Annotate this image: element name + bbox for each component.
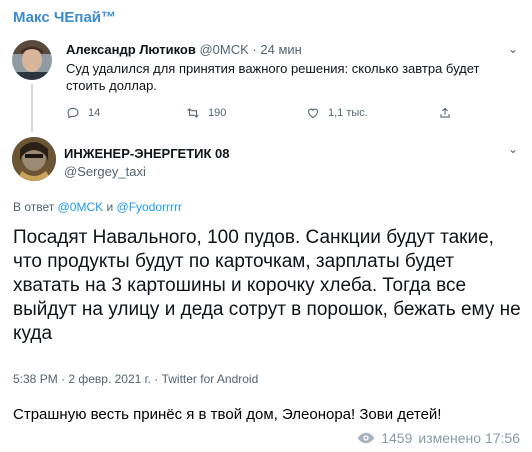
views-count: 1459 <box>381 430 413 446</box>
author-name[interactable]: ИНЖЕНЕР-ЭНЕРГЕТИК 08 <box>64 146 230 161</box>
reply-user-link[interactable]: @0MCK <box>58 200 104 214</box>
like-count: 1,1 тыс. <box>328 107 368 119</box>
share-icon <box>440 107 450 118</box>
parent-tweet-header: Александр Лютиков @0MCK · 24 мин <box>66 42 302 57</box>
like-button[interactable]: 1,1 тыс. <box>306 106 368 120</box>
author-handle[interactable]: @Sergey_taxi <box>64 164 146 179</box>
separator: · <box>252 42 257 57</box>
retweet-button[interactable]: 190 <box>186 106 226 120</box>
parent-tweet-text: Суд удалился для принятия важного решени… <box>66 61 480 93</box>
avatar[interactable] <box>12 40 52 80</box>
reply-prefix: В ответ <box>13 200 55 214</box>
reply-icon <box>67 107 79 119</box>
more-options-icon[interactable]: ⌄ <box>508 142 518 156</box>
avatar[interactable] <box>12 137 56 181</box>
reply-and: и <box>106 200 114 214</box>
post-footer: 1459 изменено 17:56 <box>357 430 520 446</box>
like-icon <box>308 108 318 119</box>
more-options-icon[interactable]: ⌄ <box>508 42 518 56</box>
share-button[interactable] <box>438 106 452 120</box>
reply-user-link[interactable]: @Fyodorrrrr <box>117 200 183 214</box>
time-ago[interactable]: 24 мин <box>260 42 301 57</box>
channel-title[interactable]: Макс ЧЕпай™ <box>13 9 116 26</box>
reply-button[interactable]: 14 <box>66 106 100 120</box>
post-caption: Страшную весть принёс я в твой дом, Элео… <box>13 406 442 423</box>
eye-icon <box>357 432 375 444</box>
thread-line <box>31 84 33 132</box>
reply-to-line: В ответ @0MCK и @Fyodorrrrr <box>13 200 182 214</box>
tweet-timestamp[interactable]: 5:38 PM · 2 февр. 2021 г. · Twitter for … <box>13 372 258 386</box>
reply-tweet-text: Посадят Навального, 100 пудов. Санкции б… <box>13 227 521 344</box>
author-name[interactable]: Александр Лютиков <box>66 42 196 57</box>
retweet-icon <box>187 108 199 118</box>
edited-label: изменено 17:56 <box>418 430 520 446</box>
reply-count: 14 <box>88 107 101 119</box>
author-handle[interactable]: @0MCK <box>199 42 248 57</box>
retweet-count: 190 <box>208 107 227 119</box>
